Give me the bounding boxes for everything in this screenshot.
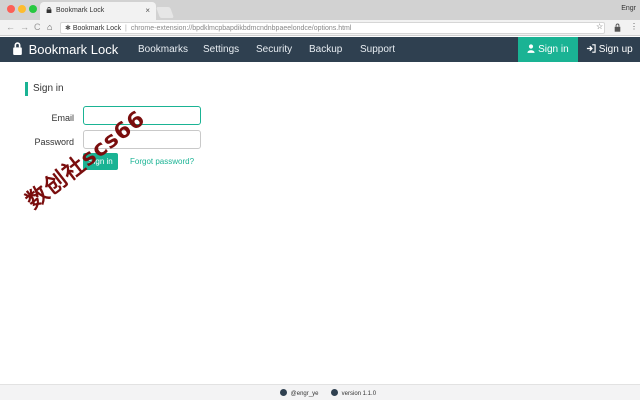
footer-version: version 1.1.0 — [331, 389, 376, 397]
address-bar[interactable]: ✱ Bookmark Lock | chrome-extension://bpd… — [60, 22, 605, 34]
nav-bookmarks[interactable]: Bookmarks — [138, 44, 188, 55]
email-label: Email — [51, 113, 74, 123]
nav-backup[interactable]: Backup — [309, 44, 342, 55]
reload-icon[interactable]: C — [34, 22, 41, 32]
lock-icon — [46, 7, 52, 13]
omnibox-label: Bookmark Lock — [72, 25, 122, 32]
brand[interactable]: Bookmark Lock — [12, 42, 118, 57]
footer-version-label: version 1.1.0 — [341, 391, 377, 397]
profile-name[interactable]: Engr — [621, 5, 636, 12]
version-icon — [331, 389, 338, 396]
nav-signup-button[interactable]: Sign up — [586, 44, 633, 55]
minimize-window-button[interactable] — [18, 5, 26, 13]
forgot-password-link[interactable]: Forgot password? — [130, 157, 194, 166]
section-title: Sign in — [25, 82, 64, 96]
nav-settings[interactable]: Settings — [203, 44, 239, 55]
twitter-icon — [280, 389, 287, 396]
home-icon[interactable]: ⌂ — [47, 22, 52, 32]
nav-signin-button[interactable]: Sign in — [518, 37, 578, 62]
browser-toolbar: ← → C ⌂ ✱ Bookmark Lock | chrome-extensi… — [0, 20, 640, 36]
tab-title: Bookmark Lock — [56, 7, 105, 14]
footer: @engr_ye version 1.1.0 — [0, 384, 640, 400]
browser-tab-strip: Bookmark Lock × Engr — [0, 0, 640, 20]
forward-icon[interactable]: → — [20, 22, 29, 32]
omnibox-url: chrome-extension://bpdklmcpbapdikbdmcndn… — [130, 25, 352, 32]
maximize-window-button[interactable] — [29, 5, 37, 13]
close-window-button[interactable] — [7, 5, 15, 13]
nav-signin-label: Sign in — [538, 44, 569, 55]
nav-support[interactable]: Support — [360, 44, 395, 55]
menu-icon[interactable]: ⋮ — [630, 22, 638, 31]
nav-security[interactable]: Security — [256, 44, 292, 55]
password-label: Password — [34, 137, 74, 147]
new-tab-button[interactable] — [155, 7, 175, 18]
browser-tab[interactable]: Bookmark Lock × — [40, 2, 156, 20]
sign-in-arrow-icon — [586, 44, 596, 53]
user-icon — [527, 44, 535, 53]
star-icon[interactable]: ☆ — [596, 22, 603, 31]
lock-icon — [13, 42, 22, 55]
close-tab-icon[interactable]: × — [145, 6, 150, 15]
brand-name: Bookmark Lock — [28, 42, 119, 57]
footer-twitter-label: @engr_ye — [290, 391, 319, 397]
nav-signup-label: Sign up — [598, 44, 633, 55]
app-navbar: Bookmark Lock Bookmarks Settings Securit… — [0, 37, 640, 62]
back-icon[interactable]: ← — [6, 22, 15, 32]
puzzle-icon: ✱ — [65, 25, 71, 32]
footer-twitter[interactable]: @engr_ye — [280, 389, 318, 397]
extension-lock-icon[interactable] — [614, 23, 621, 32]
omnibox-separator: | — [125, 25, 127, 32]
